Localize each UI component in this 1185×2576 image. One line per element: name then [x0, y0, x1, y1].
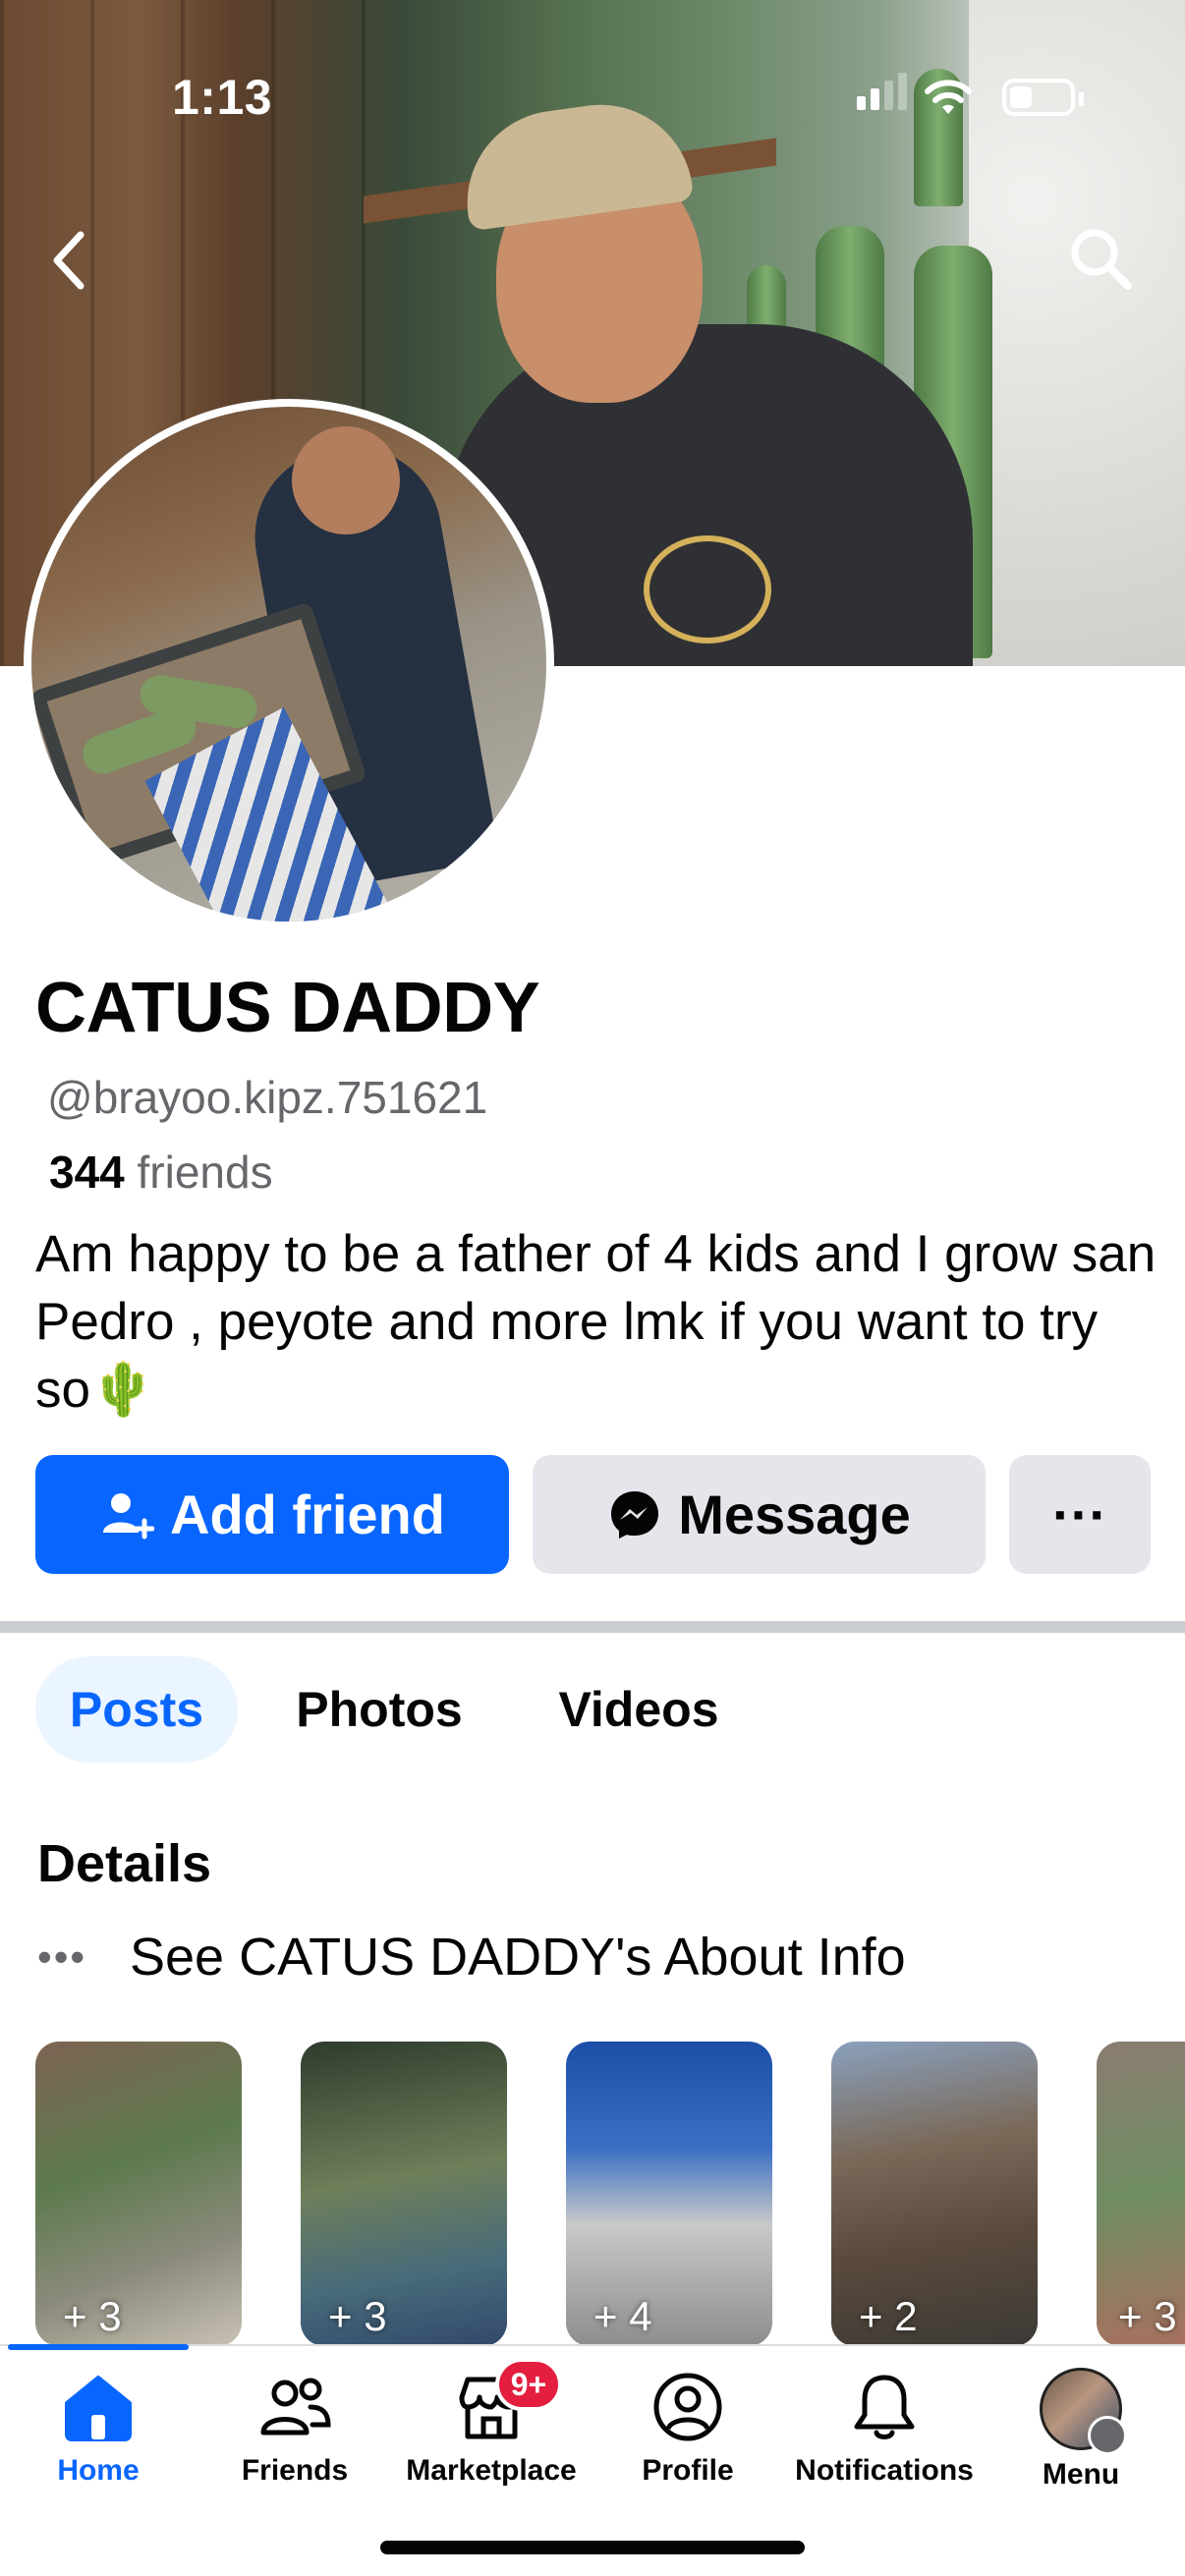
highlight-count: + 4	[593, 2293, 652, 2339]
about-info-link[interactable]: ••• See CATUS DADDY's About Info	[37, 1921, 906, 1993]
signal-icon	[898, 73, 907, 110]
add-friend-label: Add friend	[170, 1484, 445, 1545]
add-person-icon	[103, 1492, 154, 1539]
marketplace-badge: 9+	[495, 2358, 562, 2411]
profile-bio: Am happy to be a father of 4 kids and I …	[35, 1225, 1157, 1419]
friends-icon	[260, 2378, 331, 2436]
friends-count-number: 344	[49, 1147, 125, 1198]
signal-icon	[884, 81, 893, 110]
more-dots-icon: ···	[1052, 1484, 1107, 1545]
nav-home-label: Home	[57, 2454, 140, 2487]
nav-friends-label: Friends	[241, 2454, 349, 2487]
highlight-count: + 3	[1118, 2293, 1177, 2339]
back-arrow-icon[interactable]	[39, 221, 98, 300]
nav-home[interactable]: Home	[0, 2368, 197, 2495]
home-indicator[interactable]	[380, 2541, 805, 2554]
nav-profile[interactable]: Profile	[590, 2368, 786, 2495]
about-info-label: See CATUS DADDY's About Info	[130, 1928, 906, 1987]
add-friend-button[interactable]: Add friend	[35, 1455, 509, 1574]
message-label: Message	[678, 1484, 911, 1545]
nav-menu-label: Menu	[1042, 2458, 1120, 2491]
profile-icon	[653, 2373, 722, 2441]
nav-friends[interactable]: Friends	[197, 2368, 393, 2495]
profile-picture[interactable]	[24, 399, 554, 929]
highlight-card[interactable]: + 4	[566, 2042, 772, 2346]
status-icons	[845, 73, 1084, 120]
home-icon	[65, 2376, 132, 2441]
section-divider	[0, 1621, 1185, 1633]
nav-marketplace-label: Marketplace	[406, 2454, 577, 2487]
wifi-icon	[925, 80, 972, 114]
highlight-count: + 3	[63, 2293, 122, 2339]
active-tab-indicator	[8, 2344, 189, 2350]
profile-handle: @brayoo.kipz.751621	[47, 1072, 488, 1123]
nav-notifications-label: Notifications	[795, 2454, 974, 2487]
highlight-count: + 3	[328, 2293, 387, 2339]
more-dots-icon: •••	[37, 1933, 87, 1980]
profile-name: CATUS DADDY	[35, 969, 540, 1047]
highlight-card[interactable]: + 3	[1097, 2042, 1185, 2346]
more-options-button[interactable]: ···	[1009, 1455, 1151, 1574]
menu-lines-icon	[1088, 2416, 1127, 2455]
signal-icon	[871, 88, 879, 110]
battery-icon	[1002, 79, 1075, 116]
battery-tip	[1079, 92, 1084, 106]
tab-posts[interactable]: Posts	[35, 1656, 238, 1763]
search-icon[interactable]	[1063, 221, 1142, 300]
shirt-emblem	[644, 535, 771, 644]
bell-icon	[854, 2375, 915, 2439]
signal-icon	[857, 96, 866, 110]
highlight-count: + 2	[859, 2293, 918, 2339]
messenger-icon	[611, 1490, 659, 1539]
menu-avatar	[1040, 2368, 1127, 2455]
status-time: 1:13	[172, 70, 273, 125]
message-button[interactable]: Message	[533, 1455, 986, 1574]
avatar-person-head	[292, 426, 400, 534]
friends-count[interactable]: 344 friends	[49, 1146, 273, 1199]
highlight-card[interactable]: + 3	[35, 2042, 242, 2346]
details-heading: Details	[37, 1834, 212, 1893]
highlight-card[interactable]: + 3	[301, 2042, 507, 2346]
tab-photos[interactable]: Photos	[271, 1656, 487, 1763]
friends-count-label: friends	[137, 1147, 273, 1198]
highlight-card[interactable]: + 2	[831, 2042, 1038, 2346]
nav-menu[interactable]: Menu	[983, 2368, 1179, 2495]
nav-notifications[interactable]: Notifications	[786, 2368, 983, 2495]
tab-videos[interactable]: Videos	[531, 1656, 747, 1763]
nav-profile-label: Profile	[642, 2454, 734, 2487]
nav-marketplace[interactable]: 9+ Marketplace	[393, 2358, 590, 2495]
